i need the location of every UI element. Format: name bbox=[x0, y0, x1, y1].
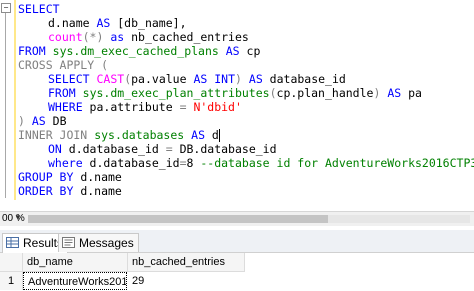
change-tracking-bar bbox=[14, 0, 16, 200]
grid-icon bbox=[6, 237, 19, 248]
table-cell-db-name[interactable]: AdventureWorks2016CTP3 bbox=[23, 272, 127, 290]
editor-margin: − bbox=[0, 0, 14, 211]
code-line-1: SELECT bbox=[18, 2, 60, 16]
code-line-10: INNER JOIN sys.databases AS d bbox=[18, 128, 220, 142]
messages-icon bbox=[62, 237, 75, 248]
column-header-nb-cached-entries[interactable]: nb_cached_entries bbox=[128, 253, 245, 272]
outline-line bbox=[5, 13, 6, 198]
table-cell-nb-cached-entries[interactable]: 29 bbox=[128, 272, 244, 290]
tab-messages-label: Messages bbox=[79, 236, 134, 250]
code-line-9: ) AS DB bbox=[18, 114, 67, 128]
tab-messages[interactable]: Messages bbox=[58, 233, 139, 252]
chevron-down-icon[interactable]: ▼ bbox=[14, 213, 22, 222]
horizontal-scrollbar[interactable] bbox=[28, 215, 470, 223]
tab-results-label: Results bbox=[23, 236, 64, 250]
code-line-7: FROM sys.dm_exec_plan_attributes(cp.plan… bbox=[48, 86, 422, 100]
row-number[interactable]: 1 bbox=[0, 272, 23, 290]
column-header-db-name[interactable]: db_name bbox=[23, 253, 128, 272]
code-line-8: WHERE pa.attribute = N'dbid' bbox=[48, 100, 242, 114]
grid-corner[interactable] bbox=[0, 253, 23, 272]
code-line-5: CROSS APPLY ( bbox=[18, 58, 109, 72]
results-tabstrip: Results Messages bbox=[0, 230, 474, 253]
text-cursor bbox=[218, 129, 220, 142]
collapse-icon[interactable]: − bbox=[1, 3, 11, 13]
code-line-12: where d.database_id=8 --database id for … bbox=[48, 156, 474, 170]
code-line-4: FROM sys.dm_exec_cached_plans AS cp bbox=[18, 44, 261, 58]
code-line-11: ON d.database_id = DB.database_id bbox=[48, 142, 277, 156]
query-editor[interactable]: − SELECT d.name AS [db_name], count(*) a… bbox=[0, 0, 474, 211]
scrollbar-thumb[interactable] bbox=[28, 215, 328, 223]
zoom-bar: 00 % ▼ bbox=[0, 211, 474, 226]
results-grid[interactable]: db_name nb_cached_entries 1 AdventureWor… bbox=[0, 253, 474, 291]
code-line-3: count(*) as nb_cached_entries bbox=[48, 30, 249, 44]
code-line-2: d.name AS [db_name], bbox=[48, 16, 187, 30]
code-line-14: ORDER BY d.name bbox=[18, 184, 122, 198]
code-line-6: SELECT CAST(pa.value AS INT) AS database… bbox=[48, 72, 346, 86]
code-line-13: GROUP BY d.name bbox=[18, 170, 122, 184]
